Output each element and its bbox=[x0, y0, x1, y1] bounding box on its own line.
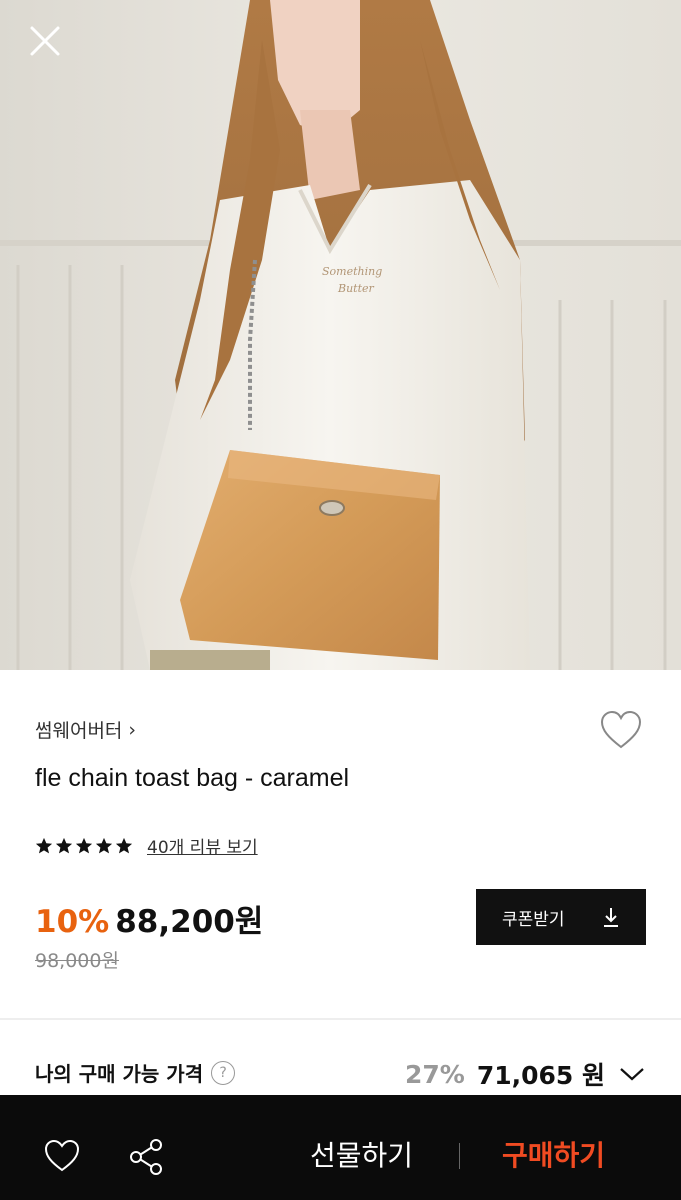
chevron-right-icon: › bbox=[128, 718, 137, 741]
bottom-wishlist-button[interactable] bbox=[43, 1138, 81, 1174]
section-divider bbox=[0, 1018, 681, 1020]
product-title: fle chain toast bag - caramel bbox=[35, 764, 350, 792]
star-icon bbox=[55, 837, 73, 853]
rating-row: 40개 리뷰 보기 bbox=[35, 833, 258, 858]
original-price: 98,000원 bbox=[35, 950, 119, 972]
share-icon bbox=[130, 1139, 162, 1175]
sale-price: 88,200원 bbox=[115, 904, 264, 940]
price-row: 10% 88,200원 bbox=[35, 896, 263, 941]
product-hero-image: Something Butter bbox=[0, 0, 681, 670]
svg-text:Butter: Butter bbox=[337, 282, 375, 295]
heart-icon bbox=[44, 1139, 80, 1172]
star-icon bbox=[115, 837, 133, 853]
star-icon bbox=[35, 837, 53, 853]
review-link[interactable]: 40개 리뷰 보기 bbox=[147, 833, 258, 858]
gift-button[interactable]: 선물하기 bbox=[310, 1134, 413, 1174]
bottom-separator bbox=[459, 1143, 460, 1169]
product-photo: Something Butter bbox=[0, 0, 681, 670]
star-icon bbox=[95, 837, 113, 853]
coupon-button[interactable]: 쿠폰받기 bbox=[476, 889, 646, 945]
my-price-value: 71,065 원 bbox=[476, 1061, 605, 1090]
download-icon bbox=[604, 908, 618, 927]
wishlist-button[interactable] bbox=[598, 708, 644, 752]
heart-icon bbox=[600, 710, 642, 749]
buy-button[interactable]: 구매하기 bbox=[502, 1134, 605, 1174]
brand-name: 썸웨어버터 bbox=[35, 720, 123, 742]
chevron-down-icon[interactable] bbox=[619, 1066, 645, 1082]
help-icon[interactable]: ? bbox=[211, 1060, 236, 1085]
star-icon bbox=[75, 837, 93, 853]
close-icon bbox=[30, 26, 60, 56]
share-button[interactable] bbox=[128, 1137, 166, 1177]
svg-text:Something: Something bbox=[322, 265, 382, 278]
discount-rate: 10% bbox=[35, 904, 110, 940]
my-price-value-row[interactable]: 27% 71,065 원 bbox=[405, 1056, 645, 1092]
my-price-label-row: 나의 구매 가능 가격 ? bbox=[35, 1058, 236, 1087]
my-price-label: 나의 구매 가능 가격 bbox=[35, 1062, 204, 1086]
brand-link[interactable]: 썸웨어버터 › bbox=[35, 716, 136, 743]
rating-stars bbox=[35, 837, 133, 855]
close-button[interactable] bbox=[24, 20, 66, 62]
my-price-discount: 27% bbox=[404, 1059, 465, 1089]
coupon-label: 쿠폰받기 bbox=[502, 909, 565, 930]
